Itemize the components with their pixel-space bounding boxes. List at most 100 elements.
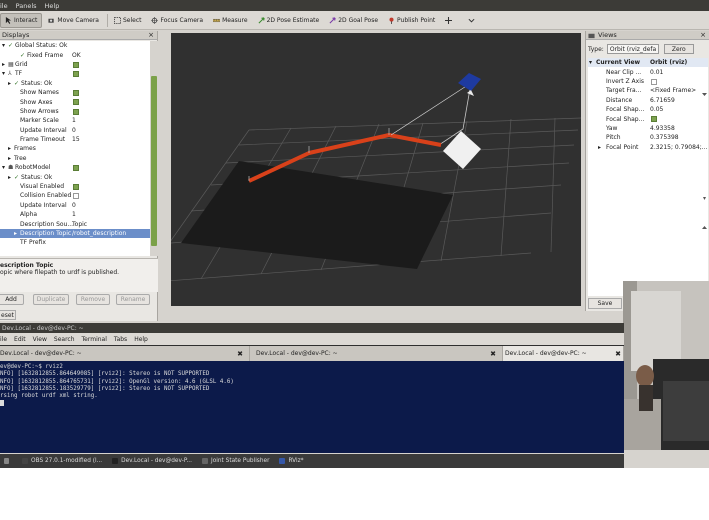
- move-camera-tool-button[interactable]: Move Camera: [44, 13, 103, 28]
- checkbox[interactable]: [73, 165, 79, 172]
- chevron-right-icon[interactable]: ▸: [8, 155, 11, 162]
- display-row[interactable]: Alpha 1: [0, 210, 150, 219]
- pose-estimate-tool-button[interactable]: 2D Pose Estimate: [254, 13, 324, 28]
- display-row[interactable]: Frame Timeout 15: [0, 135, 150, 144]
- menu-panels[interactable]: Panels: [16, 2, 37, 10]
- display-row[interactable]: ▸ ✓ Status: Ok: [0, 79, 150, 88]
- interact-tool-button[interactable]: Interact: [0, 12, 43, 28]
- close-icon[interactable]: ×: [700, 31, 706, 39]
- display-row[interactable]: Description Sou... Topic: [0, 219, 150, 228]
- display-row[interactable]: Visual Enabled: [0, 182, 150, 191]
- menu-file[interactable]: ile: [0, 2, 8, 10]
- view-property-row[interactable]: ▸ Focal Point 2.3215; 0.79084;...: [588, 143, 708, 152]
- displays-scrollbar[interactable]: [150, 41, 158, 256]
- select-tool-button[interactable]: Select: [110, 13, 146, 28]
- display-row[interactable]: Show Names: [0, 88, 150, 97]
- terminal-menu-terminal[interactable]: Terminal: [82, 336, 107, 343]
- checkbox[interactable]: [73, 89, 79, 96]
- display-row[interactable]: ✓ Fixed Frame OK: [0, 50, 150, 59]
- terminal-menu-edit[interactable]: Edit: [14, 336, 26, 343]
- view-property-row[interactable]: Focal Shap... 0.05: [588, 105, 708, 114]
- chevron-right-icon[interactable]: ▸: [8, 145, 11, 152]
- terminal-menu-view[interactable]: View: [33, 336, 47, 343]
- view-type-select[interactable]: Orbit (rviz_defa: [606, 44, 659, 54]
- checkbox[interactable]: [73, 193, 79, 200]
- display-row[interactable]: Marker Scale 1: [0, 116, 150, 125]
- chevron-right-icon[interactable]: ▸: [8, 80, 11, 87]
- display-row-value[interactable]: 1: [72, 117, 76, 124]
- view-property-value[interactable]: 0.01: [650, 69, 663, 76]
- measure-tool-button[interactable]: Measure: [209, 13, 252, 28]
- terminal-tab[interactable]: Dev.Local - dev@dev-PC: ~ ✖: [250, 346, 503, 361]
- view-property-row[interactable]: Yaw 4.93358: [588, 124, 708, 133]
- display-row[interactable]: ▾ ☗ RobotModel: [0, 163, 150, 172]
- terminal-menu-help[interactable]: Help: [134, 336, 148, 343]
- display-row-value[interactable]: 0: [72, 127, 76, 134]
- view-property-value[interactable]: Orbit (rviz): [650, 59, 687, 66]
- view-property-row[interactable]: ▾ Current View Orbit (rviz): [588, 58, 708, 68]
- terminal-tab-active[interactable]: Dev.Local - dev@dev-PC: ~ ✖: [503, 346, 624, 361]
- checkbox[interactable]: [651, 78, 657, 85]
- display-row[interactable]: Update Interval 0: [0, 201, 150, 210]
- view-property-row[interactable]: Pitch 0.375398: [588, 133, 708, 142]
- display-row-value[interactable]: 15: [72, 136, 80, 143]
- terminal-menu-tabs[interactable]: Tabs: [114, 336, 127, 343]
- chevron-right-icon[interactable]: ▸: [2, 61, 5, 68]
- tool-menu-button[interactable]: [464, 13, 481, 28]
- checkbox[interactable]: [73, 99, 79, 106]
- checkbox[interactable]: [651, 116, 657, 123]
- 3d-viewport[interactable]: [171, 33, 581, 306]
- view-property-value[interactable]: 0.375398: [650, 134, 679, 141]
- reset-button[interactable]: eset: [0, 310, 16, 320]
- duplicate-button[interactable]: Duplicate: [33, 294, 69, 305]
- close-icon[interactable]: ✖: [237, 350, 243, 358]
- view-property-value[interactable]: 2.3215; 0.79084;...: [650, 144, 707, 151]
- chevron-right-icon[interactable]: ▸: [598, 144, 601, 151]
- display-row-value[interactable]: 1: [72, 211, 76, 218]
- taskbar-item[interactable]: OBS 27.0.1-modified (l...: [18, 455, 106, 467]
- view-property-row[interactable]: Near Clip ... 0.01: [588, 67, 708, 76]
- display-row[interactable]: ▸ Tree: [0, 154, 150, 163]
- terminal-menu-search[interactable]: Search: [54, 336, 75, 343]
- taskbar-item[interactable]: Joint State Publisher: [198, 455, 273, 467]
- terminal-tab[interactable]: Dev.Local - dev@dev-PC: ~ ✖: [0, 346, 250, 361]
- chevron-right-icon[interactable]: ▸: [14, 230, 17, 237]
- taskbar-item[interactable]: [0, 455, 16, 467]
- display-row[interactable]: ▸ ▦ Grid: [0, 60, 150, 69]
- remove-button[interactable]: Remove: [76, 294, 110, 305]
- focus-camera-tool-button[interactable]: Focus Camera: [147, 13, 207, 28]
- display-row-value[interactable]: OK: [72, 52, 81, 59]
- display-row-value[interactable]: /robot_description: [72, 230, 126, 237]
- terminal-output[interactable]: ev@dev-PC:~$ rviz2 NFO] [1632812855.86464…: [0, 361, 624, 453]
- view-property-value[interactable]: 4.93358: [650, 125, 675, 132]
- view-property-row[interactable]: Invert Z Axis: [588, 77, 708, 86]
- checkbox[interactable]: [73, 183, 79, 190]
- add-button[interactable]: Add: [0, 294, 24, 305]
- checkbox[interactable]: [73, 71, 79, 78]
- menu-help[interactable]: Help: [45, 2, 60, 10]
- checkbox[interactable]: [73, 108, 79, 115]
- view-property-value[interactable]: 0.05: [650, 106, 663, 113]
- display-row[interactable]: ▾ ✓ Global Status: Ok: [0, 41, 150, 50]
- zero-button[interactable]: Zero: [663, 44, 694, 54]
- view-property-row[interactable]: Focal Shap...: [588, 114, 708, 123]
- scrollbar-thumb[interactable]: [151, 76, 157, 246]
- rename-button[interactable]: Rename: [116, 294, 150, 305]
- save-view-button[interactable]: Save: [588, 298, 622, 309]
- view-property-row[interactable]: Target Fra... <Fixed Frame>: [588, 86, 708, 95]
- taskbar-item[interactable]: RViz*: [275, 455, 307, 467]
- close-icon[interactable]: ✖: [490, 350, 496, 358]
- display-row[interactable]: Show Axes: [0, 97, 150, 106]
- display-row[interactable]: Show Arrows: [0, 107, 150, 116]
- checkbox[interactable]: [73, 61, 79, 68]
- terminal-menu-file[interactable]: ile: [0, 336, 7, 343]
- display-row[interactable]: Update Interval 0: [0, 126, 150, 135]
- views-scrollbar[interactable]: [701, 91, 708, 231]
- chevron-down-icon[interactable]: ▾: [589, 59, 592, 66]
- display-row[interactable]: ▸ Frames: [0, 144, 150, 153]
- display-row-value[interactable]: 0: [72, 202, 76, 209]
- display-row[interactable]: Collision Enabled: [0, 191, 150, 200]
- goal-pose-tool-button[interactable]: 2D Goal Pose: [325, 13, 382, 28]
- chevron-down-icon[interactable]: ▾: [2, 164, 5, 171]
- close-icon[interactable]: ×: [148, 31, 154, 39]
